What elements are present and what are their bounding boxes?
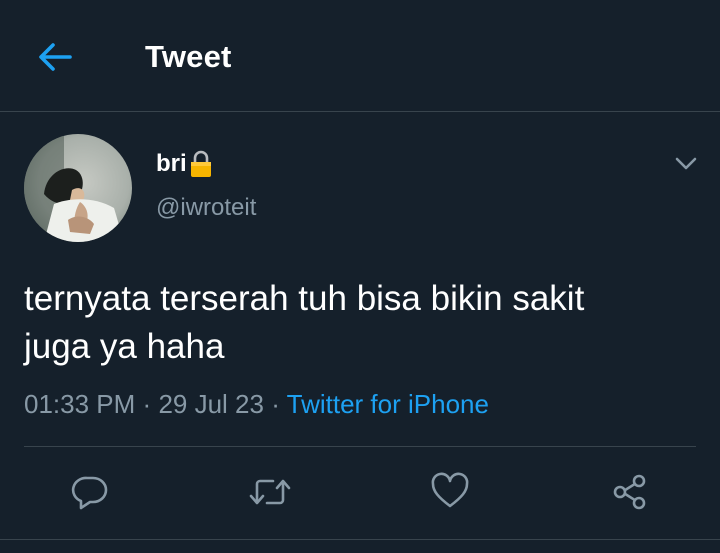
tweet-text-line: ternyata terserah tuh bisa bikin sakit (24, 279, 585, 318)
tweet-text-line: juga ya haha (24, 327, 225, 366)
avatar-photo (24, 134, 132, 242)
author-handle[interactable]: @iwroteit (156, 194, 256, 222)
meta-separator: · (142, 389, 152, 419)
tweet-meta: 01:33 PM · 29 Jul 23 · Twitter for iPhon… (24, 388, 489, 420)
avatar[interactable] (24, 134, 132, 242)
heart-icon (431, 472, 469, 508)
top-bar: Tweet (0, 0, 720, 112)
display-name: bri (156, 150, 187, 177)
divider (24, 446, 696, 447)
tweet-actions (0, 466, 720, 518)
tweet-source-link[interactable]: Twitter for iPhone (287, 389, 489, 419)
chevron-down-icon (675, 157, 697, 170)
share-button[interactable] (604, 466, 656, 518)
tweet-text: ternyata terserah tuh bisa bikin sakit j… (24, 275, 696, 371)
author-name[interactable]: bri (156, 150, 212, 178)
reply-icon (71, 476, 108, 510)
reply-button[interactable] (64, 466, 116, 518)
retweet-icon (249, 479, 291, 505)
arrow-left-icon (39, 43, 72, 71)
tweet-menu-button[interactable] (666, 150, 706, 178)
meta-separator: · (271, 389, 280, 419)
tweet-time: 01:33 PM (24, 389, 136, 419)
back-button[interactable] (30, 34, 80, 80)
retweet-button[interactable] (244, 466, 296, 518)
page-title: Tweet (145, 39, 232, 74)
lock-icon (190, 150, 212, 178)
tweet-date: 29 Jul 23 (158, 389, 264, 419)
share-icon (613, 474, 646, 510)
divider (0, 539, 720, 540)
like-button[interactable] (424, 466, 476, 518)
